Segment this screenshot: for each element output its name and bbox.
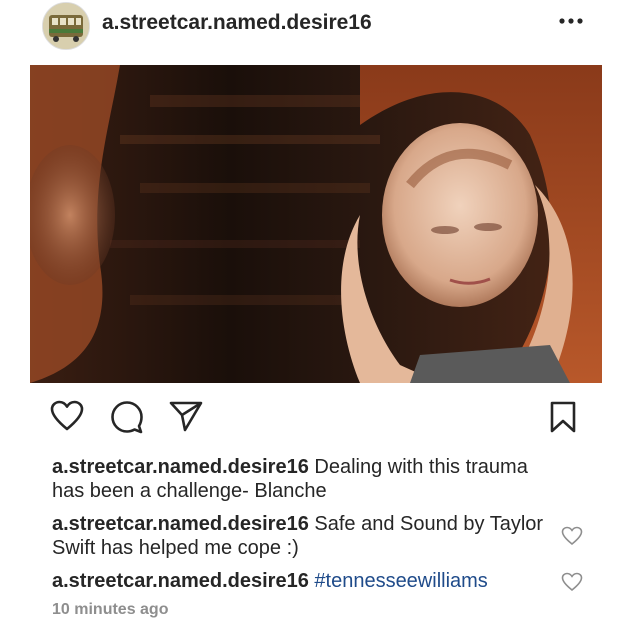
heart-icon[interactable] bbox=[50, 400, 84, 437]
avatar[interactable] bbox=[42, 2, 90, 50]
comment-username[interactable]: a.streetcar.named.desire16 bbox=[52, 513, 309, 535]
post-image[interactable] bbox=[30, 65, 602, 383]
comment-hashtag[interactable]: #tennesseewilliams bbox=[314, 570, 487, 592]
comment-item: a.streetcar.named.desire16 #tennesseewil… bbox=[52, 569, 572, 593]
bookmark-icon[interactable] bbox=[548, 400, 578, 439]
streetcar-avatar-image bbox=[43, 3, 89, 49]
post-timestamp: 10 minutes ago bbox=[52, 601, 169, 618]
comment-like-heart-icon[interactable] bbox=[561, 572, 583, 592]
comment-item: a.streetcar.named.desire16 Dealing with … bbox=[52, 455, 552, 503]
post-username[interactable]: a.streetcar.named.desire16 bbox=[102, 11, 372, 35]
share-icon[interactable] bbox=[168, 400, 204, 437]
post-header: a.streetcar.named.desire16 bbox=[0, 0, 633, 52]
comment-username[interactable]: a.streetcar.named.desire16 bbox=[52, 570, 309, 592]
more-options-icon[interactable] bbox=[553, 6, 589, 36]
comment-item: a.streetcar.named.desire16 Safe and Soun… bbox=[52, 512, 552, 560]
post-photo bbox=[30, 65, 602, 383]
action-bar bbox=[0, 398, 633, 442]
comment-username[interactable]: a.streetcar.named.desire16 bbox=[52, 456, 309, 478]
comment-icon[interactable] bbox=[110, 400, 144, 439]
comment-like-heart-icon[interactable] bbox=[561, 526, 583, 546]
